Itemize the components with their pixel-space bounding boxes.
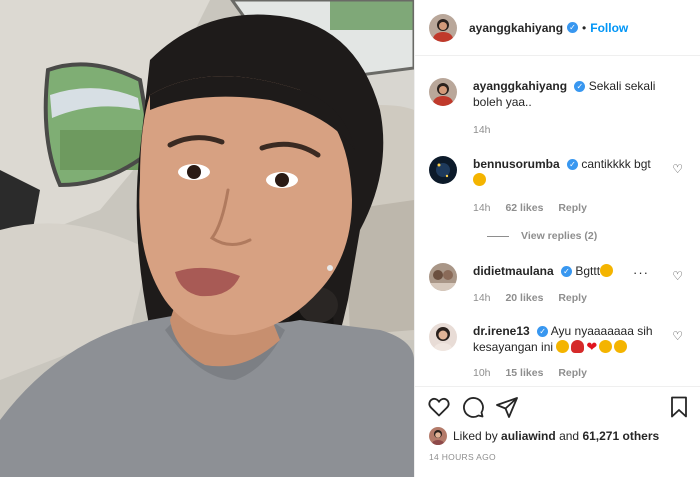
commenter-avatar[interactable] <box>429 156 457 184</box>
post-photo[interactable] <box>0 0 414 477</box>
liker-avatar[interactable] <box>429 427 447 445</box>
comment-username[interactable]: didietmaulana <box>473 264 554 278</box>
caption-meta: 14h <box>473 124 503 136</box>
comment-time[interactable]: 14h <box>473 202 491 214</box>
smiling-hearts-emoji-icon <box>556 340 570 353</box>
comment-meta: 14h 62 likes Reply <box>473 202 599 214</box>
star-eyes-emoji-icon <box>599 340 613 353</box>
verified-badge-icon: ✓ <box>561 266 573 278</box>
selfie-image <box>0 0 414 477</box>
caption-body: ayanggkahiyang ✓ Sekali sekali boleh yaa… <box>473 78 663 110</box>
heart-eyes-emoji-icon <box>600 264 614 277</box>
author-avatar[interactable] <box>429 13 457 42</box>
heart-icon[interactable] <box>427 395 451 419</box>
red-heart-emoji-icon: ❤ <box>586 339 598 354</box>
reply-button[interactable]: Reply <box>558 202 587 214</box>
comment-likes[interactable]: 15 likes <box>505 367 543 379</box>
commenter-avatar[interactable] <box>429 323 457 351</box>
comment-time[interactable]: 14h <box>473 292 491 304</box>
follow-button[interactable]: Follow <box>590 21 628 35</box>
reply-button[interactable]: Reply <box>558 292 587 304</box>
instagram-post: ayanggkahiyang ✓ • Follow ayanggkahiyang… <box>0 0 700 477</box>
post-timestamp[interactable]: 14 HOURS AGO <box>429 452 496 462</box>
commenter-avatar[interactable] <box>429 263 457 291</box>
liked-by-user[interactable]: auliawind <box>501 429 556 443</box>
verified-badge-icon: ✓ <box>567 22 579 33</box>
comment-text: Bgttt <box>575 264 601 278</box>
liked-by-prefix: Liked by <box>453 429 498 443</box>
separator-dot: • <box>582 20 587 35</box>
post-side-panel: ayanggkahiyang ✓ • Follow ayanggkahiyang… <box>414 0 700 477</box>
comment-time[interactable]: 10h <box>473 367 491 379</box>
liked-by: Liked by auliawind and 61,271 others <box>429 427 659 445</box>
comment-like-heart-icon[interactable]: ♡ <box>672 162 683 176</box>
more-options-icon[interactable]: ··· <box>633 265 649 280</box>
reply-button[interactable]: Reply <box>558 367 587 379</box>
comment-like-heart-icon[interactable]: ♡ <box>672 269 683 283</box>
verified-badge-icon: ✓ <box>567 159 579 171</box>
comment-likes[interactable]: 62 likes <box>505 202 543 214</box>
verified-badge-icon: ✓ <box>537 326 549 338</box>
action-icons <box>427 395 519 419</box>
view-replies-label: View replies (2) <box>521 230 598 242</box>
share-icon[interactable] <box>495 395 519 419</box>
comment-username[interactable]: bennusorumba <box>473 157 560 171</box>
author-username[interactable]: ayanggkahiyang <box>469 21 563 35</box>
comment-text: cantikkkk bgt <box>581 157 651 171</box>
bookmark-icon[interactable] <box>667 395 691 419</box>
comment-icon[interactable] <box>461 395 485 419</box>
view-replies-button[interactable]: View replies (2) <box>487 230 597 242</box>
author-avatar[interactable] <box>429 78 457 106</box>
comment-like-heart-icon[interactable]: ♡ <box>672 329 683 343</box>
liked-by-and: and <box>559 429 580 443</box>
liked-by-count[interactable]: 61,271 others <box>582 429 659 443</box>
comments-list[interactable]: ayanggkahiyang ✓ Sekali sekali boleh yaa… <box>415 56 700 386</box>
comment-meta: 10h 15 likes Reply <box>473 367 599 379</box>
comment-meta: 14h 20 likes Reply <box>473 292 599 304</box>
post-header: ayanggkahiyang ✓ • Follow <box>415 0 700 56</box>
comment-body: dr.irene13 ✓ Ayu nyaaaaaaa sih kesayanga… <box>473 323 663 355</box>
comment-body: bennusorumba ✓ cantikkkk bgt <box>473 156 663 188</box>
verified-badge-icon: ✓ <box>574 81 586 93</box>
post-actions: Liked by auliawind and 61,271 others 14 … <box>415 386 700 477</box>
replies-divider <box>487 235 509 237</box>
star-eyes-emoji-icon <box>473 173 486 186</box>
caption-username[interactable]: ayanggkahiyang <box>473 79 567 93</box>
rose-emoji-icon <box>571 340 585 353</box>
comment-likes[interactable]: 20 likes <box>505 292 543 304</box>
caption-time[interactable]: 14h <box>473 124 491 136</box>
comment-username[interactable]: dr.irene13 <box>473 324 530 338</box>
hugging-emoji-icon <box>614 340 628 353</box>
